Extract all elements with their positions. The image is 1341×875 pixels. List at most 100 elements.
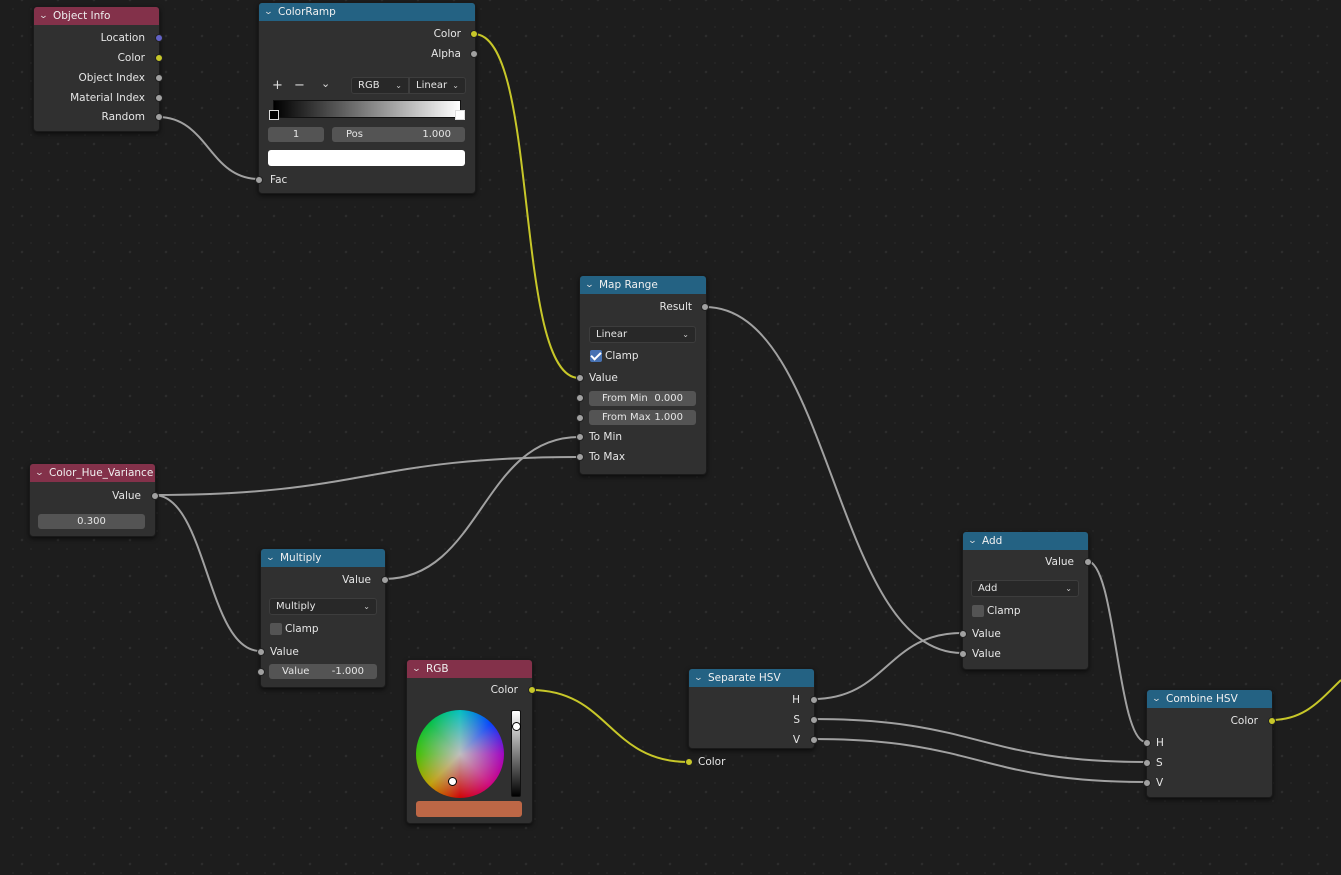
- ramp-stop-black[interactable]: [269, 110, 279, 120]
- node-header[interactable]: ⌄ Color_Hue_Variance: [30, 464, 155, 482]
- socket-s-in[interactable]: [1143, 759, 1151, 767]
- collapse-chevron-icon[interactable]: ⌄: [412, 664, 425, 674]
- node-header[interactable]: ⌄ RGB: [407, 660, 532, 678]
- output-color: Color: [490, 684, 518, 696]
- value-2-field[interactable]: Value -1.000: [269, 664, 377, 679]
- link-hue-to-multiply: [153, 494, 261, 652]
- add-stop-button[interactable]: +: [272, 79, 283, 93]
- socket-value-out[interactable]: [381, 576, 389, 584]
- socket-v-in[interactable]: [1143, 779, 1151, 787]
- node-header[interactable]: ⌄ Combine HSV: [1147, 690, 1272, 708]
- from-min-field[interactable]: From Min 0.000: [589, 391, 696, 406]
- ramp-stop-white[interactable]: [455, 110, 465, 120]
- node-color-ramp[interactable]: ⌄ ColorRamp Color Alpha + − ⌄ RGB ⌄ Linear…: [255, 2, 478, 194]
- color-mode-dropdown[interactable]: RGB ⌄: [351, 77, 409, 94]
- socket-material-index[interactable]: [155, 94, 163, 102]
- collapse-chevron-icon[interactable]: ⌄: [968, 536, 981, 546]
- socket-from-max[interactable]: [576, 414, 584, 422]
- socket-color[interactable]: [155, 54, 163, 62]
- socket-color-out[interactable]: [1268, 717, 1276, 725]
- node-separate-hsv[interactable]: ⌄ Separate HSV H S V Color: [685, 668, 818, 768]
- socket-to-min[interactable]: [576, 433, 584, 441]
- collapse-chevron-icon[interactable]: ⌄: [1152, 694, 1165, 704]
- socket-value-in[interactable]: [257, 648, 265, 656]
- stop-color-swatch[interactable]: [268, 150, 465, 166]
- output-v: V: [792, 734, 800, 746]
- node-header[interactable]: ⌄ Add: [963, 532, 1088, 550]
- from-max-value: 1.000: [654, 412, 683, 423]
- socket-fac[interactable]: [255, 176, 263, 184]
- socket-value-2-in[interactable]: [257, 668, 265, 676]
- link-hue-to-tomax: [153, 456, 580, 496]
- input-v: V: [1156, 777, 1164, 789]
- pos-label: Pos: [346, 129, 364, 140]
- node-map-range[interactable]: ⌄ Map Range Result Linear ⌄ Clamp Value Fr…: [576, 275, 709, 475]
- color-wheel-cursor[interactable]: [448, 777, 457, 786]
- socket-result[interactable]: [701, 303, 709, 311]
- input-value: Value: [270, 646, 299, 658]
- value-field[interactable]: 0.300: [38, 514, 145, 529]
- ramp-menu-chevron-icon[interactable]: ⌄: [321, 77, 330, 91]
- socket-value-out[interactable]: [151, 492, 159, 500]
- node-header[interactable]: ⌄ Object Info: [34, 7, 159, 25]
- color-wheel[interactable]: [416, 710, 504, 798]
- socket-value-1-in[interactable]: [959, 630, 967, 638]
- socket-value-out[interactable]: [1084, 558, 1092, 566]
- socket-random[interactable]: [155, 113, 163, 121]
- input-value-2: Value: [972, 648, 1001, 660]
- clamp-checkbox[interactable]: [270, 623, 282, 635]
- socket-location[interactable]: [155, 34, 163, 42]
- socket-h-out[interactable]: [810, 696, 818, 704]
- color-swatch[interactable]: [416, 801, 522, 817]
- node-multiply[interactable]: ⌄ Multiply Value Multiply ⌄ Clamp Value Va…: [257, 548, 389, 688]
- socket-color-out[interactable]: [470, 30, 478, 38]
- collapse-chevron-icon[interactable]: ⌄: [694, 673, 707, 683]
- collapse-chevron-icon[interactable]: ⌄: [264, 7, 277, 17]
- socket-h-in[interactable]: [1143, 739, 1151, 747]
- color-ramp-gradient[interactable]: [273, 100, 461, 118]
- node-rgb[interactable]: ⌄ RGB Color: [406, 659, 536, 824]
- socket-value-2-in[interactable]: [959, 650, 967, 658]
- operation-dropdown[interactable]: Add ⌄: [971, 580, 1079, 597]
- value-slider-handle[interactable]: [512, 722, 521, 731]
- node-object-info[interactable]: ⌄ Object Info Location Color Object Index…: [33, 6, 163, 132]
- socket-s-out[interactable]: [810, 716, 818, 724]
- from-max-field[interactable]: From Max 1.000: [589, 410, 696, 425]
- stop-position-field[interactable]: Pos 1.000: [332, 127, 465, 142]
- collapse-chevron-icon[interactable]: ⌄: [266, 553, 279, 563]
- socket-value[interactable]: [576, 374, 584, 382]
- clamp-label: Clamp: [987, 605, 1021, 617]
- socket-color-in[interactable]: [685, 758, 693, 766]
- socket-alpha-out[interactable]: [470, 50, 478, 58]
- socket-color-out[interactable]: [528, 686, 536, 694]
- node-combine-hsv[interactable]: ⌄ Combine HSV Color H S V: [1143, 689, 1276, 798]
- collapse-chevron-icon[interactable]: ⌄: [39, 11, 52, 21]
- node-add[interactable]: ⌄ Add Value Add ⌄ Clamp Value Value: [959, 531, 1092, 670]
- node-header[interactable]: ⌄ Map Range: [580, 276, 706, 294]
- clamp-checkbox[interactable]: [972, 605, 984, 617]
- output-color: Color: [117, 52, 145, 64]
- node-color-hue-variance[interactable]: ⌄ Color_Hue_Variance Value 0.300: [29, 463, 159, 537]
- node-title: Add: [982, 535, 1003, 547]
- active-stop-index-field[interactable]: 1: [268, 127, 324, 142]
- from-min-label: From Min: [602, 393, 648, 404]
- interpolation-dropdown[interactable]: Linear ⌄: [409, 77, 466, 94]
- socket-v-out[interactable]: [810, 736, 818, 744]
- input-fac: Fac: [270, 174, 288, 186]
- remove-stop-button[interactable]: −: [294, 79, 305, 93]
- node-header[interactable]: ⌄ Separate HSV: [689, 669, 814, 687]
- node-header[interactable]: ⌄ Multiply: [261, 549, 385, 567]
- output-value: Value: [342, 574, 371, 586]
- link-ramp-color-to-value: [473, 33, 580, 379]
- link-combine-out: [1270, 679, 1341, 721]
- socket-to-max[interactable]: [576, 453, 584, 461]
- operation-dropdown[interactable]: Multiply ⌄: [269, 598, 377, 615]
- collapse-chevron-icon[interactable]: ⌄: [35, 468, 48, 478]
- interpolation-dropdown[interactable]: Linear ⌄: [589, 326, 696, 343]
- socket-object-index[interactable]: [155, 74, 163, 82]
- clamp-checkbox[interactable]: [590, 350, 602, 362]
- collapse-chevron-icon[interactable]: ⌄: [585, 280, 598, 290]
- output-result: Result: [659, 301, 692, 313]
- socket-from-min[interactable]: [576, 394, 584, 402]
- node-header[interactable]: ⌄ ColorRamp: [259, 3, 475, 21]
